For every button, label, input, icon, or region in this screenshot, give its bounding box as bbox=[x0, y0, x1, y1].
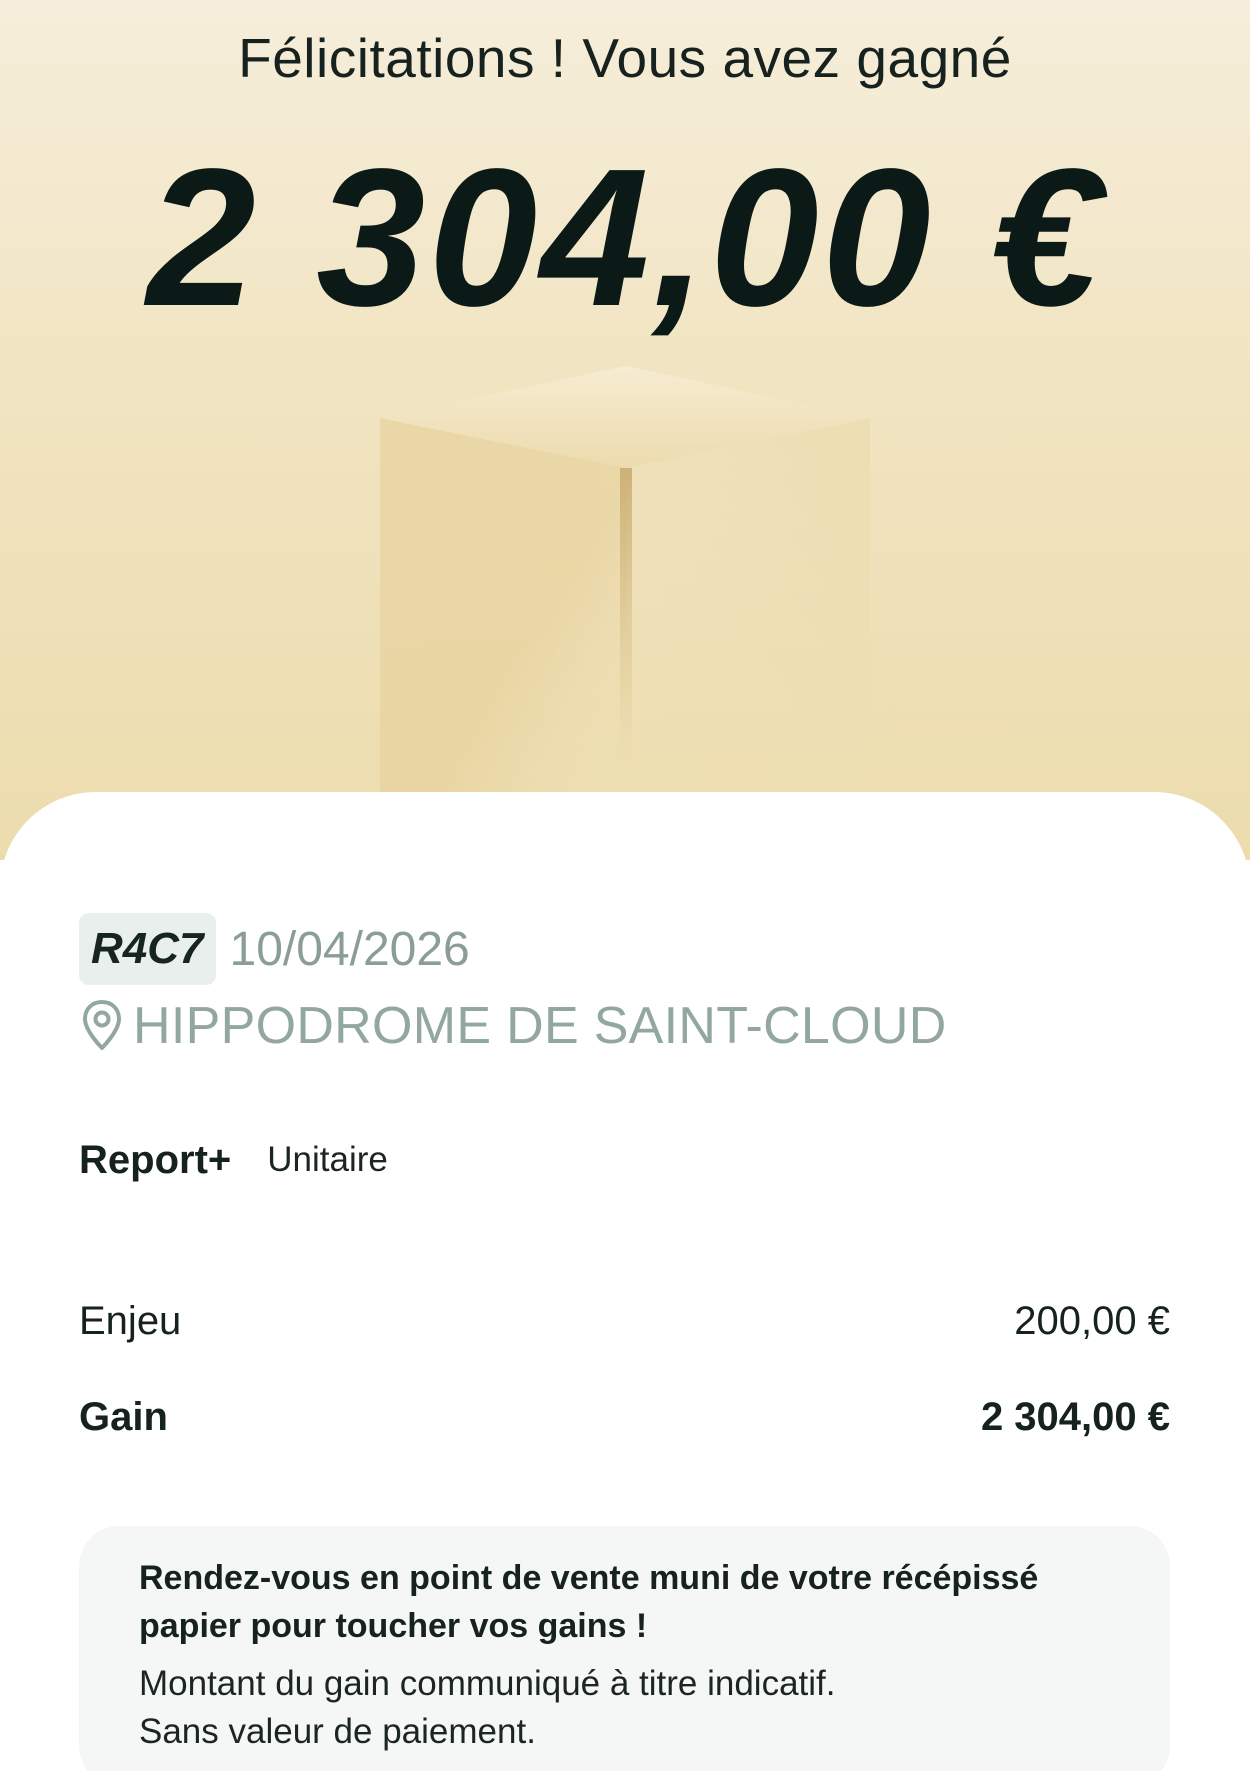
venue-name: HIPPODROME DE SAINT-CLOUD bbox=[133, 997, 947, 1055]
notice-disclaimer: Montant du gain communiqué à titre indic… bbox=[139, 1660, 1110, 1756]
stake-row: Enjeu 200,00 € bbox=[79, 1294, 1170, 1348]
stake-label: Enjeu bbox=[79, 1298, 182, 1343]
payout-notice: Rendez-vous en point de vente muni de vo… bbox=[79, 1526, 1170, 1771]
notice-text-line-2: Sans valeur de paiement. bbox=[139, 1712, 536, 1751]
notice-title-line-2: papier pour toucher vos gains ! bbox=[139, 1607, 648, 1645]
venue: HIPPODROME DE SAINT-CLOUD bbox=[79, 995, 947, 1057]
location-pin-icon bbox=[79, 998, 125, 1054]
notice-title-line-1: Rendez-vous en point de vente muni de vo… bbox=[139, 1559, 1039, 1597]
stake-value: 200,00 € bbox=[1014, 1298, 1170, 1343]
notice-title: Rendez-vous en point de vente muni de vo… bbox=[139, 1554, 1110, 1650]
race-meta: R4C7 10/04/2026 bbox=[79, 913, 470, 985]
bet-info: Report+ Unitaire bbox=[79, 1135, 388, 1185]
race-date: 10/04/2026 bbox=[229, 922, 470, 976]
win-hero-banner: Félicitations ! Vous avez gagné 2 304,00… bbox=[0, 0, 1250, 860]
win-amount: 2 304,00 € bbox=[146, 128, 1104, 347]
gain-value: 2 304,00 € bbox=[980, 1394, 1170, 1439]
bet-type: Report+ bbox=[79, 1137, 232, 1182]
notice-text-line-1: Montant du gain communiqué à titre indic… bbox=[139, 1664, 836, 1703]
gain-row: Gain 2 304,00 € bbox=[79, 1390, 1170, 1444]
congratulations-title: Félicitations ! Vous avez gagné bbox=[238, 27, 1012, 89]
race-code-badge: R4C7 bbox=[79, 913, 216, 985]
bet-formula: Unitaire bbox=[267, 1140, 388, 1179]
gain-label: Gain bbox=[79, 1394, 168, 1439]
